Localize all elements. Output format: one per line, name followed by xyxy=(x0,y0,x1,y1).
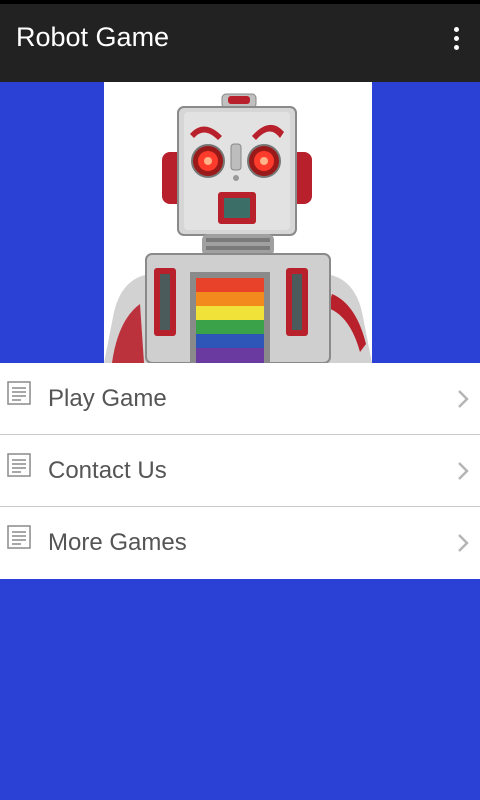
overflow-menu-button[interactable] xyxy=(434,8,478,68)
chevron-right-icon xyxy=(458,461,469,480)
app-title: Robot Game xyxy=(16,21,170,52)
more-vert-icon xyxy=(453,26,459,32)
menu-item-contact-us[interactable]: Contact Us xyxy=(0,435,480,507)
chevron-right-icon xyxy=(458,534,469,552)
menu-item-play-game[interactable]: Play Game xyxy=(0,363,480,435)
document-icon xyxy=(7,525,31,549)
menu-list: Play Game Contact Us More Games xyxy=(0,363,480,579)
chevron-right-icon xyxy=(458,389,469,408)
robot-hero-image xyxy=(104,82,372,363)
menu-item-label: Play Game xyxy=(48,384,167,412)
menu-item-label: More Games xyxy=(48,529,187,556)
menu-item-more-games[interactable]: More Games xyxy=(0,507,480,579)
menu-item-label: Contact Us xyxy=(48,456,167,484)
document-icon xyxy=(7,381,31,405)
document-icon xyxy=(7,453,31,477)
robot-illustration xyxy=(104,93,372,363)
action-bar: Robot Game xyxy=(0,4,480,82)
